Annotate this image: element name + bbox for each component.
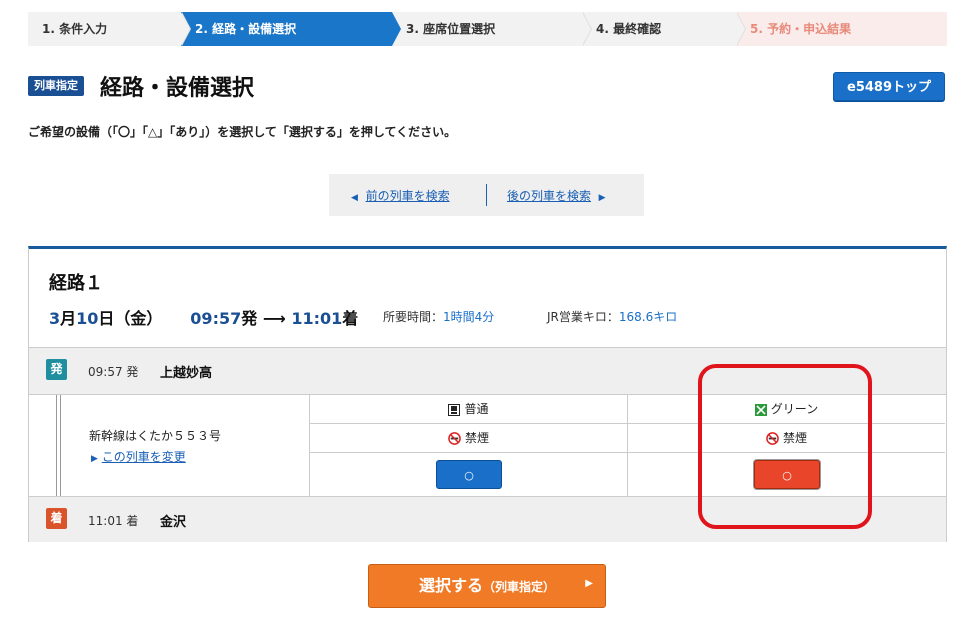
route-title: 経路１ [49, 273, 103, 294]
step-seat-position: 3. 座席位置選択 [392, 12, 592, 46]
arrival-station: 金沢 [160, 515, 187, 530]
instructions-text: ご希望の設備（「〇」「△」「あり」）を選択して「選択する」を押してください。 [28, 125, 457, 139]
distance: JR営業キロ：168.6キロ [547, 310, 678, 324]
arrival-icon: 着 [46, 508, 67, 529]
ordinary-seat-icon [448, 403, 461, 416]
train-name: 新幹線はくたか５５３号 [89, 429, 222, 443]
step-route-selection: 2. 経路・設備選択 [181, 12, 401, 46]
train-pager: ◀ 前の列車を検索 後の列車を検索 ▶ [329, 174, 644, 216]
departure-station: 上越妙高 [160, 366, 213, 381]
duration: 所要時間：1時間4分 [383, 310, 495, 324]
step-result: 5. 予約・申込結果 [736, 12, 947, 46]
route-line [60, 395, 61, 496]
select-button[interactable]: 選択する（列車指定） ▶ [368, 564, 606, 608]
arrow-right-icon: ⟶ [262, 309, 286, 328]
triangle-left-icon: ◀ [351, 193, 358, 203]
triangle-right-icon: ▶ [91, 454, 98, 464]
route-line [56, 395, 57, 496]
arrival-time: 11:01 着 [88, 514, 139, 528]
page-title: 経路・設備選択 [100, 76, 255, 101]
no-smoking-icon [448, 432, 461, 445]
departure-time: 09:57 発 [88, 365, 139, 379]
next-train-link[interactable]: 後の列車を検索 ▶ [507, 187, 606, 204]
step-final-confirm: 4. 最終確認 [582, 12, 746, 46]
triangle-right-icon: ▶ [585, 578, 593, 589]
e5489-top-button[interactable]: e5489トップ [833, 72, 945, 101]
departure-icon: 発 [46, 359, 67, 380]
prev-train-link[interactable]: ◀ 前の列車を検索 [351, 187, 450, 204]
progress-steps: 1. 条件入力 2. 経路・設備選択 3. 座席位置選択 4. 最終確認 5. … [28, 12, 947, 46]
pager-divider [486, 184, 487, 206]
triangle-right-icon: ▶ [598, 193, 606, 203]
ordinary-seat-select-button[interactable]: ○ [436, 460, 502, 489]
change-train-link[interactable]: ▶ この列車を変更 [91, 448, 186, 465]
step-conditions: 1. 条件入力 [28, 12, 191, 46]
route-summary: 3月10日（金） 09:57発 ⟶ 11:01着 所要時間：1時間4分 JR営業… [49, 309, 678, 328]
seat-class-ordinary: 普通 禁煙 ○ [309, 395, 627, 496]
highlight-annotation [698, 364, 872, 529]
train-reservation-badge: 列車指定 [28, 76, 84, 96]
